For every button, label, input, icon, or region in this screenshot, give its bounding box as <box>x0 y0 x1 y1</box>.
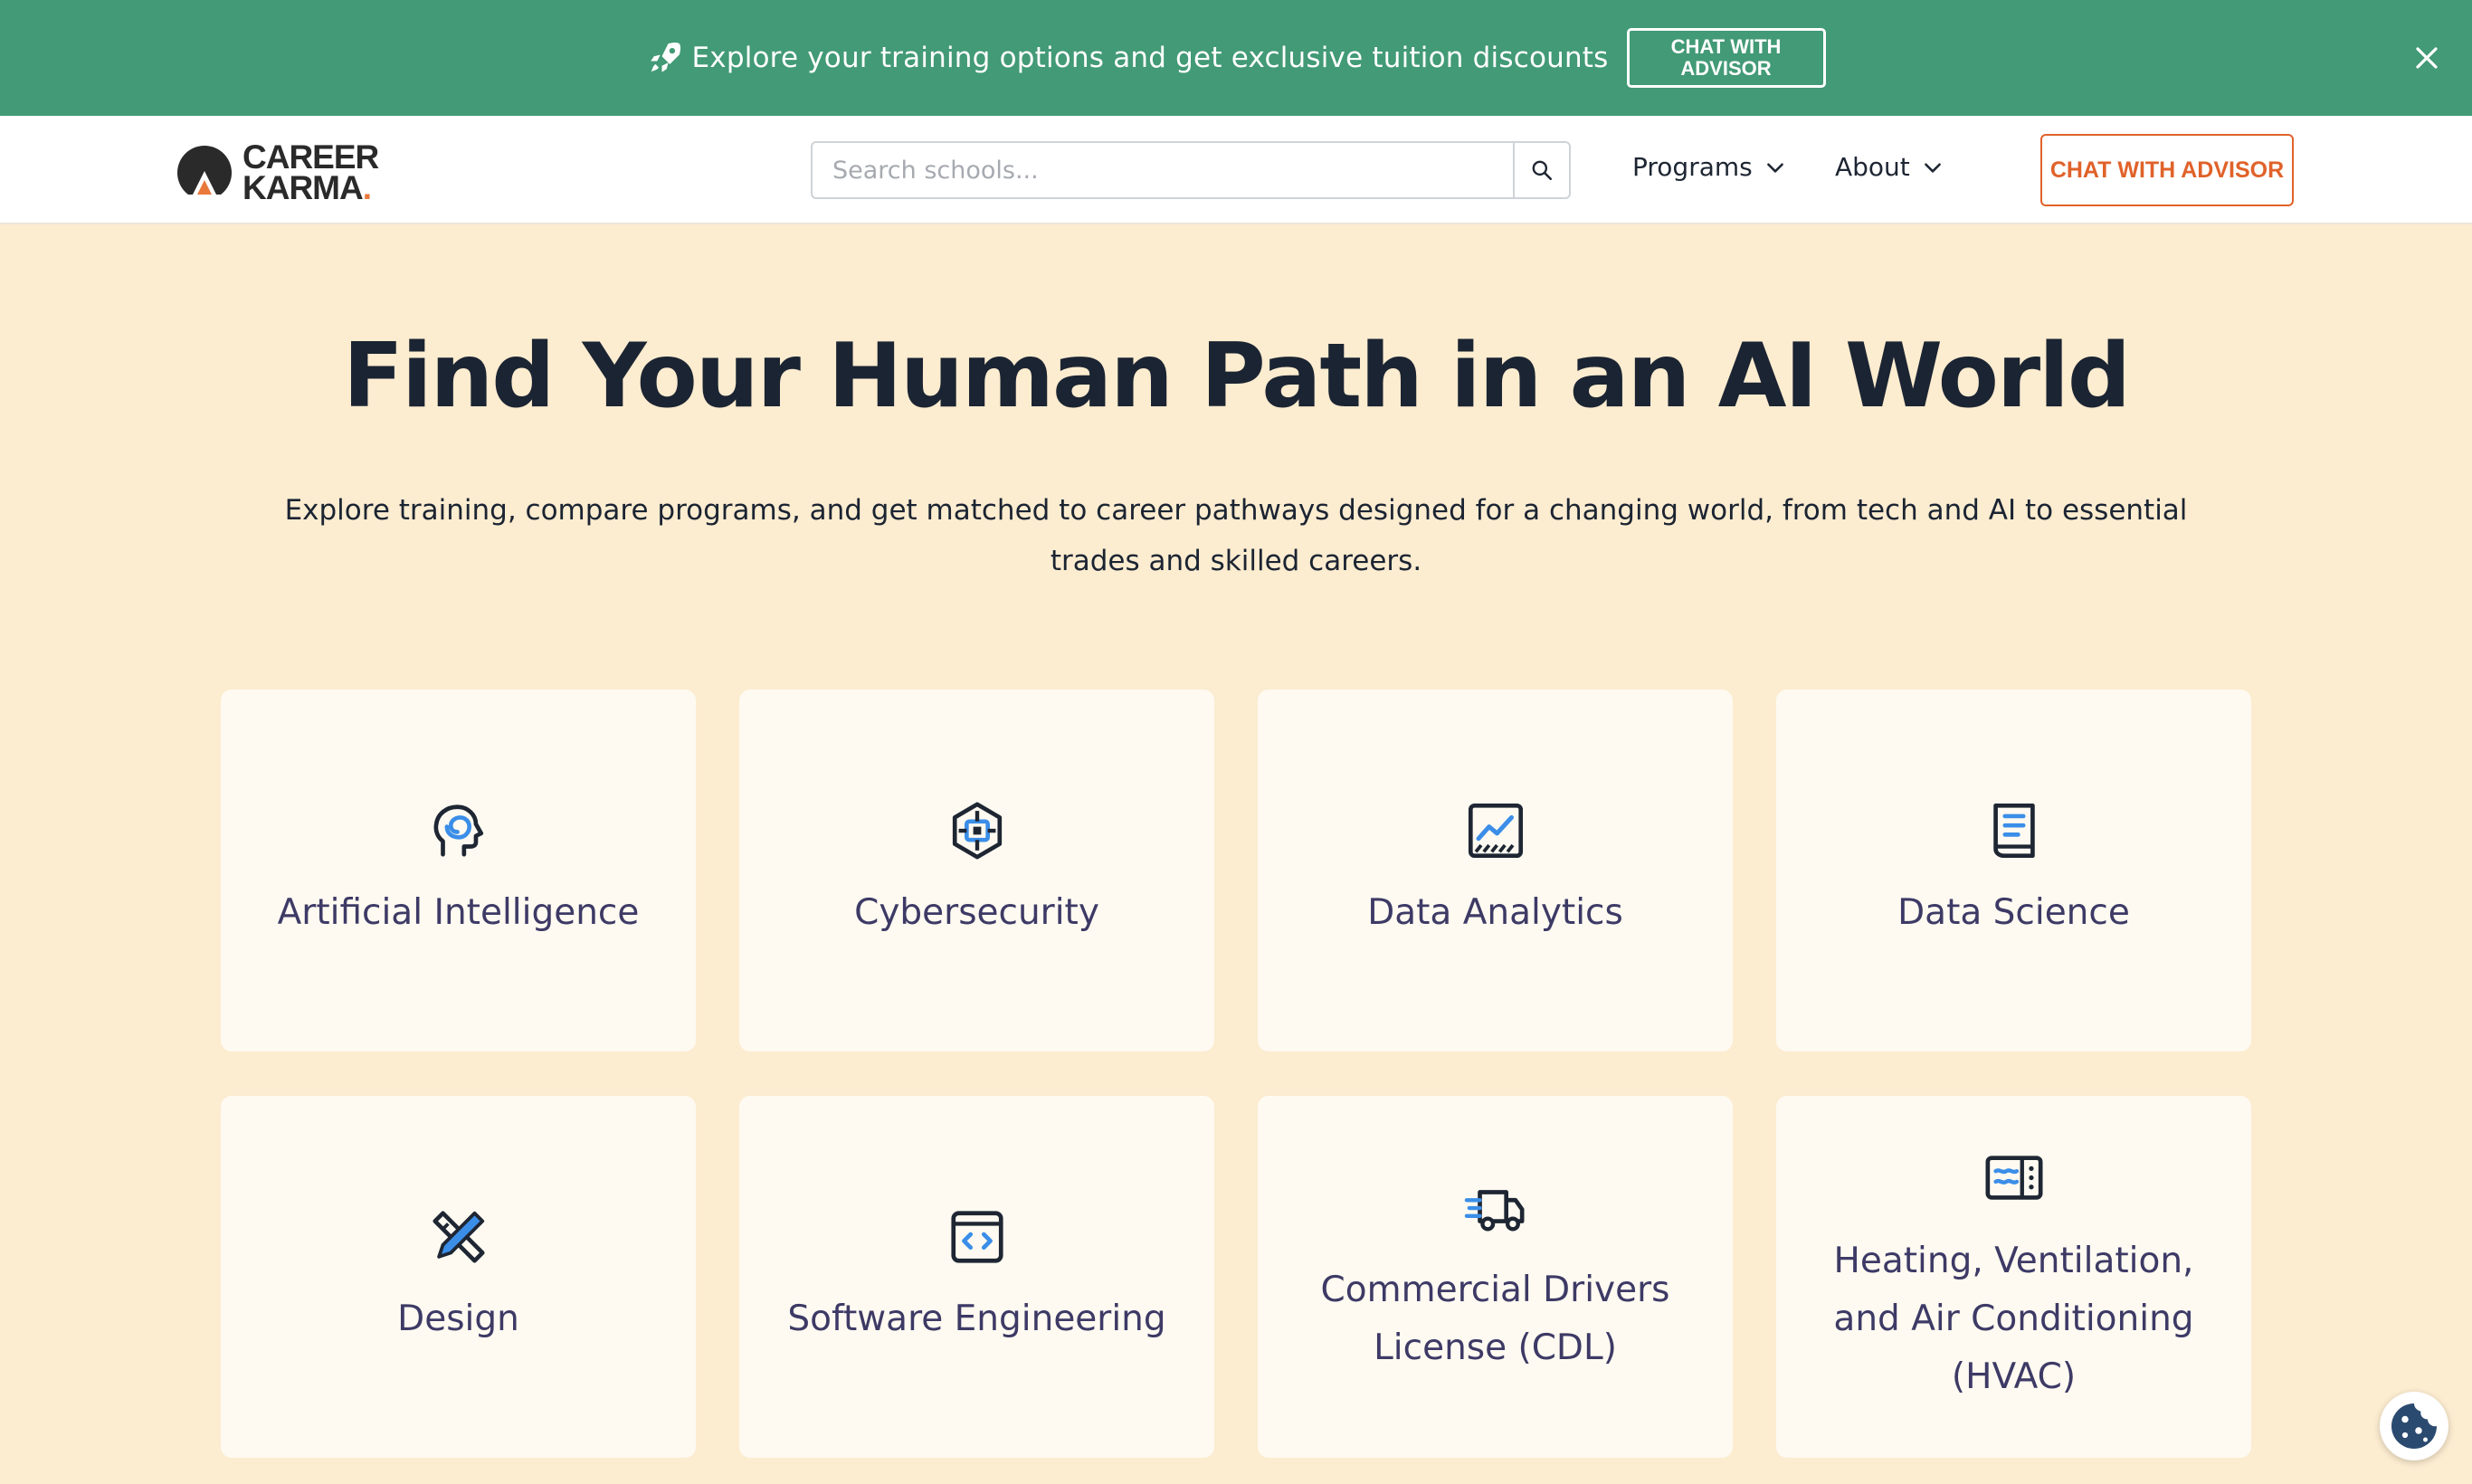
hero-title-main: Find Your Human Path in an <box>343 325 1718 428</box>
category-grid: Artificial Intelligence Cybersecurity Da… <box>221 690 2251 1458</box>
category-label: Cybersecurity <box>854 892 1099 933</box>
rocket-icon <box>646 39 684 77</box>
search-icon <box>1532 160 1553 181</box>
category-card-hvac[interactable]: Heating, Ventilation, and Air Conditioni… <box>1776 1096 2251 1458</box>
category-label: Design <box>397 1298 519 1339</box>
logo-dot: . <box>362 169 372 206</box>
promo-banner-text: Explore your training options and get ex… <box>691 42 1609 74</box>
category-label: Data Science <box>1897 892 2130 933</box>
truck-icon <box>1464 1190 1524 1232</box>
hero-subtitle: Explore training, compare programs, and … <box>284 494 2188 577</box>
logo-line2: KARMA <box>242 169 364 206</box>
shield-chip-icon <box>952 802 1002 860</box>
category-card-data-analytics[interactable]: Data Analytics <box>1258 690 1733 1051</box>
search-box <box>811 141 1571 199</box>
search-button[interactable] <box>1513 143 1569 197</box>
category-label: Software Engineering <box>787 1298 1166 1339</box>
promo-banner-content: Explore your training options and get ex… <box>646 28 1826 88</box>
notebook-icon <box>1992 803 2035 859</box>
nav-programs-dropdown[interactable]: Programs <box>1632 152 1787 182</box>
logo-mark-icon <box>176 146 233 202</box>
category-card-cdl[interactable]: Commercial Drivers License (CDL) <box>1258 1096 1733 1458</box>
close-icon[interactable] <box>2409 40 2445 76</box>
category-label: Heating, Ventilation, and Air Conditioni… <box>1833 1241 2194 1397</box>
ai-head-icon <box>433 804 483 857</box>
nav-programs-label: Programs <box>1632 152 1753 182</box>
category-card-cybersecurity[interactable]: Cybersecurity <box>739 690 1214 1051</box>
nav-chat-advisor-button[interactable]: CHAT WITH ADVISOR <box>2040 134 2294 206</box>
career-karma-logo[interactable]: CAREER KARMA. <box>176 138 402 205</box>
banner-chat-advisor-button[interactable]: CHAT WITH ADVISOR <box>1626 28 1826 88</box>
category-card-ai[interactable]: Artificial Intelligence <box>221 690 696 1051</box>
cookie-settings-button[interactable] <box>2380 1392 2448 1460</box>
category-card-design[interactable]: Design <box>221 1096 696 1458</box>
hero-title: Find Your Human Path in an AI World <box>0 322 2472 431</box>
cookie-icon <box>2391 1403 2437 1449</box>
category-card-data-science[interactable]: Data Science <box>1776 690 2251 1051</box>
search-input[interactable] <box>813 143 1513 197</box>
hvac-unit-icon <box>1985 1156 2042 1200</box>
nav-about-label: About <box>1835 152 1910 182</box>
chevron-down-icon <box>1924 162 1941 173</box>
chevron-down-icon <box>1766 162 1783 173</box>
hero-title-highlight-text: AI World <box>1717 325 2131 428</box>
pencil-ruler-icon <box>432 1211 485 1263</box>
main-navbar: CAREER KARMA. Programs About CHAT WITH A… <box>0 116 2472 224</box>
category-label: Commercial Drivers License (CDL) <box>1320 1270 1670 1368</box>
logo-line1: CAREER <box>242 138 379 176</box>
logo-line2-wrap: KARMA. <box>242 171 378 205</box>
logo-text: CAREER KARMA. <box>242 138 379 205</box>
category-label: Artificial Intelligence <box>277 892 640 933</box>
category-label: Data Analytics <box>1367 892 1623 933</box>
code-window-icon <box>950 1211 1003 1263</box>
promo-banner: Explore your training options and get ex… <box>0 0 2472 116</box>
nav-about-dropdown[interactable]: About <box>1835 152 1944 182</box>
chart-icon <box>1468 803 1523 859</box>
category-card-software-engineering[interactable]: Software Engineering <box>739 1096 1214 1458</box>
hero-title-highlight: AI World <box>1717 322 2131 431</box>
